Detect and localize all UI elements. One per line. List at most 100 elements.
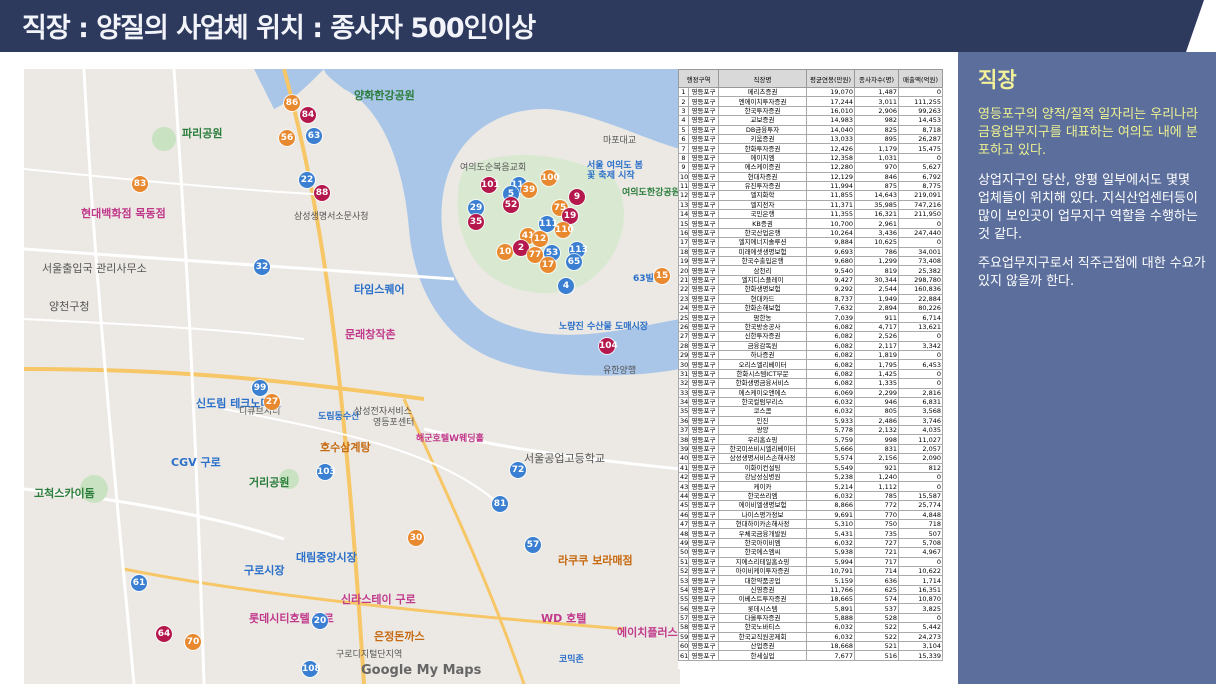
- map-pin[interactable]: 103: [317, 464, 336, 480]
- map-label[interactable]: 호수삼계탕: [320, 439, 371, 455]
- map-pin[interactable]: 110: [555, 222, 574, 238]
- map-pin[interactable]: 111: [539, 216, 558, 232]
- map-pin[interactable]: 52: [503, 197, 519, 213]
- map-pin[interactable]: 32: [254, 259, 270, 275]
- table-cell: 54: [678, 584, 689, 596]
- table-cell: 831: [854, 443, 900, 455]
- map-label[interactable]: 해군호텔W웨딩홀: [416, 431, 484, 444]
- map-pin[interactable]: 84: [300, 107, 316, 123]
- table-cell: 30: [678, 359, 689, 370]
- map-pin[interactable]: 9: [569, 189, 585, 205]
- table-cell: 12,426: [806, 143, 856, 154]
- map-label[interactable]: WD 호텔: [541, 610, 586, 626]
- table-cell: 한국미쓰비시엘리베이터: [718, 443, 808, 455]
- table-cell: 하나증권: [718, 349, 808, 361]
- map-label[interactable]: CGV 구로: [171, 454, 221, 470]
- map-pin[interactable]: 61: [131, 575, 147, 591]
- table-cell: 895: [854, 133, 900, 145]
- map-label[interactable]: 거리공원: [249, 474, 289, 490]
- map-label[interactable]: 타임스퀘어: [354, 281, 405, 297]
- table-cell: 2,486: [854, 415, 900, 427]
- map-label[interactable]: 은정돈까스: [374, 628, 425, 644]
- table-cell: 5,938: [806, 547, 856, 558]
- map-pin[interactable]: 17: [540, 257, 556, 273]
- map-pin[interactable]: 15: [654, 268, 670, 284]
- map-label[interactable]: 코믹존: [559, 652, 584, 665]
- map-pin[interactable]: 20: [312, 613, 328, 629]
- map-label[interactable]: 문래창작촌: [345, 326, 396, 342]
- map-label[interactable]: 꽃 축제 시작: [587, 168, 635, 181]
- map-pin[interactable]: 88: [314, 185, 330, 201]
- map-label[interactable]: 삼성생명서소문사청: [294, 209, 369, 222]
- map-label[interactable]: 여의도순복음교회: [460, 160, 526, 173]
- table-cell: 4,967: [898, 547, 944, 558]
- table-cell: 한화생명보험: [718, 284, 808, 295]
- map-label[interactable]: 여의도한강공원: [622, 185, 680, 198]
- map-pin[interactable]: 99: [252, 380, 268, 396]
- map-pin[interactable]: 72: [510, 462, 526, 478]
- map-pin[interactable]: 22: [299, 172, 315, 188]
- map-view[interactable]: 양화한강공원 파리공원 여의도순복음교회 서울 여의도 봄꽃 축제 시작 여의도한강공원…: [24, 69, 680, 684]
- table-cell: 714: [854, 565, 900, 577]
- col-salary: 평균연봉(만원): [806, 69, 856, 88]
- map-pin[interactable]: 104: [599, 338, 618, 354]
- map-pin[interactable]: 30: [408, 530, 424, 546]
- map-pin[interactable]: 65: [566, 254, 582, 270]
- map-pin[interactable]: 35: [468, 214, 484, 230]
- map-label[interactable]: 양천구청: [49, 298, 89, 314]
- table-cell: 0: [898, 152, 944, 164]
- map-pin[interactable]: 4: [558, 278, 574, 294]
- map-pin[interactable]: 100: [541, 170, 560, 186]
- table-cell: 롯데시스템: [718, 603, 808, 614]
- table-cell: 한국교직원공제회: [718, 631, 808, 643]
- map-pin[interactable]: 57: [525, 537, 541, 553]
- map-label[interactable]: 서울출입국 관리사무소: [42, 260, 147, 276]
- table-row: 1 영등포구 메리츠증권 19,070 1,487 0: [678, 86, 944, 98]
- table-cell: 2,117: [854, 340, 900, 351]
- map-label[interactable]: 라쿠쿠 보라매점: [558, 552, 633, 568]
- table-cell: 747,216: [898, 199, 944, 211]
- table-cell: 160,836: [898, 284, 944, 295]
- map-pin[interactable]: 56: [279, 130, 295, 146]
- table-row: 13 영등포구 엘지전자 11,371 35,985 747,216: [678, 199, 944, 211]
- map-label[interactable]: 에이치플러스 쇼: [617, 624, 680, 640]
- map-label[interactable]: 양화한강공원: [354, 87, 415, 103]
- table-row: 39 영등포구 한국미쓰비시엘리베이터 5,666 831 2,057: [678, 443, 944, 455]
- map-pin[interactable]: 12: [532, 231, 548, 247]
- table-cell: 영등포구: [687, 490, 720, 502]
- map-label[interactable]: 대림중앙시장: [296, 549, 357, 565]
- map-label[interactable]: 마포대교: [603, 133, 636, 146]
- table-row: 59 영등포구 한국교직원공제회 6,032 522 24,273: [678, 631, 944, 643]
- map-label[interactable]: 현대백화점 목동점: [81, 205, 166, 221]
- map-pin[interactable]: 108: [302, 661, 321, 677]
- map-pin[interactable]: 86: [284, 95, 300, 111]
- table-cell: 10,625: [854, 237, 900, 248]
- map-label[interactable]: 고척스카이돔: [34, 485, 95, 501]
- map-label[interactable]: 파리공원: [182, 125, 222, 141]
- map-label[interactable]: 서울공업고등학교: [524, 450, 605, 466]
- table-cell: 34: [678, 396, 689, 408]
- table-cell: 26,287: [898, 133, 944, 145]
- table-cell: 영등포구: [687, 284, 720, 295]
- map-label[interactable]: 영등포센터: [373, 415, 414, 428]
- map-pin[interactable]: 101: [481, 177, 500, 193]
- table-cell: 영등포구: [687, 199, 720, 211]
- table-row: 27 영등포구 신한투자증권 6,082 2,526 0: [678, 331, 944, 342]
- map-pin[interactable]: 81: [492, 496, 508, 512]
- map-pin[interactable]: 10: [497, 244, 513, 260]
- map-pin[interactable]: 83: [132, 176, 148, 192]
- map-pin[interactable]: 27: [264, 394, 280, 410]
- map-label[interactable]: 구로디지털단지역: [336, 647, 402, 660]
- table-cell: 20: [678, 265, 689, 276]
- table-cell: 99,263: [898, 105, 944, 117]
- table-cell: 이베스트투자증권: [718, 594, 808, 605]
- map-pin[interactable]: 63: [306, 128, 322, 144]
- table-cell: 쌍양: [718, 425, 808, 436]
- map-label[interactable]: 노량진 수산물 도매시장: [559, 319, 648, 332]
- map-label[interactable]: 유한양행: [603, 363, 636, 376]
- map-label[interactable]: 구로시장: [244, 562, 284, 578]
- map-pin[interactable]: 64: [156, 626, 172, 642]
- map-pin[interactable]: 70: [185, 634, 201, 650]
- map-label[interactable]: 신라스테이 구로: [341, 591, 416, 607]
- map-pin[interactable]: 39: [521, 182, 537, 198]
